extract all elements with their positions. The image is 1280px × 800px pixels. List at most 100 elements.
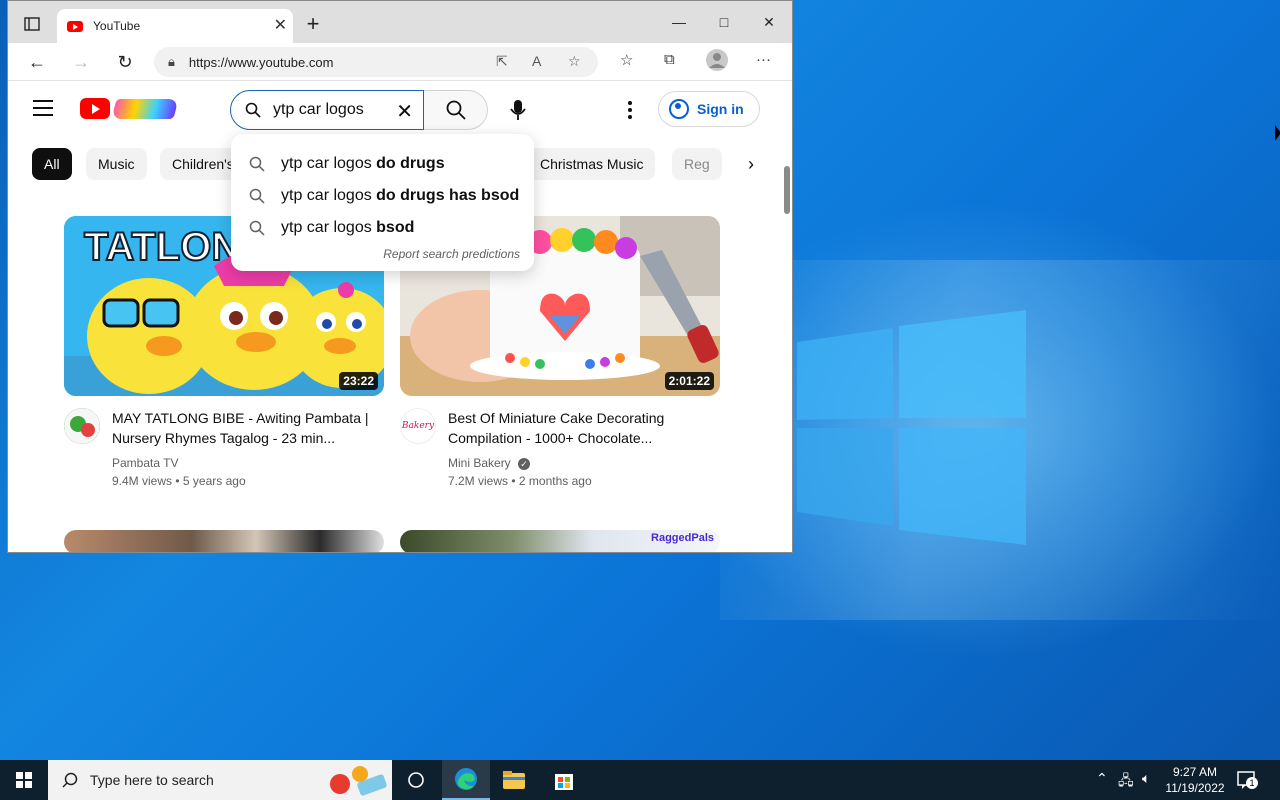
clock-time: 9:27 AM bbox=[1172, 765, 1218, 779]
chevron-right-icon[interactable]: › bbox=[748, 154, 754, 175]
channel-name[interactable]: Pambata TV bbox=[112, 456, 178, 470]
forward-arrow-icon[interactable]: → bbox=[66, 48, 96, 76]
youtube-play-icon bbox=[80, 98, 110, 119]
youtube-page: ytp car logos ✕ Sign in All Music Childr… bbox=[8, 82, 792, 552]
suggestion-bold: bsod bbox=[376, 219, 415, 236]
chip-christmas-music[interactable]: Christmas Music bbox=[528, 148, 656, 180]
taskbar-store-app[interactable] bbox=[540, 760, 588, 800]
back-arrow-icon[interactable]: ← bbox=[22, 48, 52, 76]
suggestion-bold: do drugs has bsod bbox=[376, 187, 520, 204]
channel-avatar[interactable]: Bakery bbox=[400, 408, 436, 444]
search-icon bbox=[62, 772, 78, 788]
youtube-favicon-icon bbox=[67, 20, 83, 32]
youtube-header: ytp car logos ✕ Sign in bbox=[8, 82, 778, 138]
settings-more-icon[interactable]: ··· bbox=[756, 51, 771, 68]
url-text: https://www.youtube.com bbox=[188, 54, 334, 70]
suggestion-item[interactable]: ytp car logos do drugs has bsod bbox=[231, 180, 534, 212]
taskbar-search-box[interactable]: Type here to search bbox=[48, 760, 392, 800]
microphone-icon bbox=[510, 100, 526, 120]
youtube-logo[interactable] bbox=[80, 96, 179, 122]
video-meta: 7.2M views • 2 months ago bbox=[448, 474, 592, 488]
store-icon bbox=[555, 774, 573, 790]
tab-actions-icon[interactable] bbox=[17, 9, 47, 39]
search-input[interactable]: ytp car logos ✕ bbox=[230, 90, 424, 130]
video-duration: 23:22 bbox=[339, 372, 378, 390]
search-icon bbox=[249, 156, 265, 172]
add-favorite-icon[interactable]: ☆ bbox=[568, 53, 581, 70]
video-title[interactable]: Best Of Miniature Cake Decorating Compil… bbox=[448, 408, 708, 448]
collections-icon[interactable]: ⧉ bbox=[664, 51, 675, 68]
channel-name-text: Mini Bakery bbox=[448, 456, 511, 470]
video-duration: 2:01:22 bbox=[664, 372, 714, 390]
taskbar-file-explorer-app[interactable] bbox=[490, 760, 538, 800]
video-card[interactable]: RaggedPals bbox=[400, 530, 720, 552]
profile-avatar[interactable] bbox=[706, 49, 728, 75]
refresh-icon[interactable]: ↻ bbox=[110, 48, 140, 76]
browser-titlebar: YouTube ✕ + — □ ✕ bbox=[8, 1, 792, 43]
volume-icon[interactable]: 🔈︎ bbox=[1142, 770, 1150, 787]
tab-youtube[interactable]: YouTube ✕ bbox=[57, 9, 293, 43]
minimize-button[interactable]: — bbox=[656, 7, 702, 37]
channel-avatar[interactable] bbox=[64, 408, 100, 444]
clear-search-icon[interactable]: ✕ bbox=[396, 99, 413, 124]
search-icon bbox=[446, 100, 466, 120]
clock-date: 11/19/2022 bbox=[1165, 781, 1225, 795]
taskbar: Type here to search ⌃ 🖧︎ 🔈︎ 9:27 AM 11/1… bbox=[0, 760, 1280, 800]
read-aloud-icon[interactable]: A bbox=[532, 53, 541, 69]
network-icon[interactable]: 🖧︎ bbox=[1118, 770, 1134, 794]
tray-overflow-icon[interactable]: ⌃ bbox=[1096, 770, 1108, 787]
verified-check-icon: ✓ bbox=[518, 457, 531, 470]
channel-name[interactable]: Mini Bakery ✓ bbox=[448, 456, 531, 470]
close-button[interactable]: ✕ bbox=[746, 7, 792, 37]
video-thumbnail[interactable] bbox=[64, 530, 384, 552]
search-icon bbox=[249, 220, 265, 236]
sign-in-button[interactable]: Sign in bbox=[658, 91, 760, 127]
chip-all[interactable]: All bbox=[32, 148, 72, 180]
notification-center-button[interactable]: 1 bbox=[1236, 769, 1258, 791]
taskbar-search-placeholder: Type here to search bbox=[90, 772, 214, 788]
task-view-icon bbox=[408, 772, 424, 788]
maximize-button[interactable]: □ bbox=[701, 7, 747, 37]
tab-title: YouTube bbox=[93, 19, 141, 33]
edge-icon bbox=[455, 768, 477, 790]
mouse-cursor bbox=[1275, 125, 1280, 141]
thumbnail-title-text: RaggedPals bbox=[651, 532, 714, 544]
video-card[interactable] bbox=[64, 530, 384, 552]
favorites-icon[interactable]: ☆ bbox=[620, 51, 633, 69]
video-meta: 9.4M views • 5 years ago bbox=[112, 474, 246, 488]
upload-age: 2 months ago bbox=[518, 474, 592, 488]
new-tab-button[interactable]: + bbox=[298, 9, 328, 39]
menu-icon[interactable] bbox=[33, 100, 53, 116]
start-button[interactable] bbox=[0, 760, 48, 800]
tab-close-icon[interactable]: ✕ bbox=[274, 15, 287, 35]
search-icon bbox=[249, 188, 265, 204]
lock-icon[interactable]: 🔒︎ bbox=[168, 54, 175, 70]
suggestion-item[interactable]: ytp car logos do drugs bbox=[231, 148, 534, 180]
task-view-button[interactable] bbox=[392, 760, 440, 800]
open-app-icon[interactable]: ⇱ bbox=[496, 53, 508, 70]
report-predictions-link[interactable]: Report search predictions bbox=[383, 247, 520, 261]
search-suggestions: ytp car logos do drugs ytp car logos do … bbox=[231, 134, 534, 271]
system-clock[interactable]: 9:27 AM 11/19/2022 bbox=[1160, 764, 1230, 796]
video-thumbnail[interactable]: RaggedPals bbox=[400, 530, 720, 552]
address-bar-row: ← → ↻ 🔒︎ https://www.youtube.com ⇱ A ☆ ☆… bbox=[8, 43, 792, 81]
chip-reg[interactable]: Reg bbox=[672, 148, 722, 180]
suggestion-item[interactable]: ytp car logos bsod bbox=[231, 212, 534, 244]
voice-search-button[interactable] bbox=[498, 90, 538, 130]
view-count: 9.4M views bbox=[112, 474, 173, 488]
chip-music[interactable]: Music bbox=[86, 148, 147, 180]
page-scrollbar[interactable] bbox=[784, 166, 790, 214]
folder-icon bbox=[503, 771, 525, 789]
search-button[interactable] bbox=[424, 90, 488, 130]
suggestion-prefix: ytp car logos bbox=[281, 155, 377, 172]
video-title[interactable]: MAY TATLONG BIBE - Awiting Pambata | Nur… bbox=[112, 408, 372, 448]
channel-avatar-text: Bakery bbox=[401, 421, 435, 431]
upload-age: 5 years ago bbox=[182, 474, 246, 488]
sign-in-label: Sign in bbox=[697, 101, 744, 117]
taskbar-edge-app[interactable] bbox=[442, 760, 490, 800]
notification-count-badge: 1 bbox=[1246, 777, 1258, 789]
settings-more-icon[interactable] bbox=[618, 96, 642, 124]
search-icon bbox=[245, 102, 261, 118]
search-query-text: ytp car logos bbox=[273, 101, 364, 118]
url-field[interactable]: 🔒︎ https://www.youtube.com ⇱ A ☆ bbox=[154, 47, 598, 77]
